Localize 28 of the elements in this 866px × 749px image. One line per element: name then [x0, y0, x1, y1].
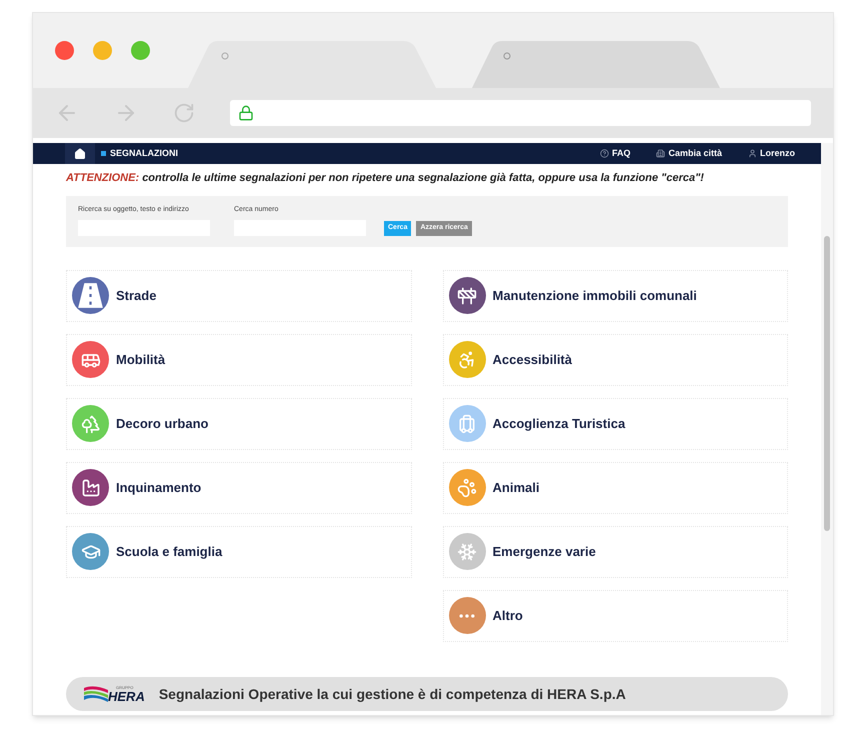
category-card[interactable]: Decoro urbano [66, 398, 412, 450]
section-marker-icon [101, 151, 106, 156]
category-card[interactable]: Mobilità [66, 334, 412, 386]
address-bar[interactable] [230, 100, 811, 126]
category-card[interactable]: Scuola e famiglia [66, 526, 412, 578]
reload-icon[interactable] [173, 102, 195, 124]
home-button[interactable] [65, 143, 95, 164]
category-card[interactable]: Accoglienza Turistica [442, 398, 788, 450]
notice-text: ATTENZIONE: controlla le ultime segnalazioni per non ripetere una segnalazione già fatta, oppure usa la funzione "cerca"! [66, 171, 705, 186]
user-icon [748, 149, 757, 158]
home-icon [74, 148, 86, 160]
browser-tab[interactable] [188, 41, 436, 88]
category-card[interactable]: Manutenzione immobili comunali [442, 270, 788, 322]
category-card[interactable]: Accessibilità [442, 334, 788, 386]
section-link[interactable]: SEGNALAZIONI [110, 146, 178, 160]
category-card[interactable]: Animali [442, 462, 788, 514]
lock-icon [238, 105, 254, 121]
nav-link[interactable]: Lorenzo [748, 146, 795, 160]
footer-text: Segnalazioni Operative la cui gestione è di competenza di HERA S.p.A [158, 684, 626, 704]
category-card[interactable]: Emergenze varie [442, 526, 788, 578]
help-icon [600, 149, 609, 158]
nav-link[interactable]: FAQ [600, 146, 630, 160]
nav-link[interactable]: Cambia città [656, 146, 722, 160]
category-card[interactable]: Strade [66, 270, 412, 322]
category-card[interactable]: Altro [442, 590, 788, 642]
browser-tab[interactable] [472, 41, 720, 88]
category-card[interactable]: Inquinamento [66, 462, 412, 514]
building-icon [656, 149, 666, 158]
